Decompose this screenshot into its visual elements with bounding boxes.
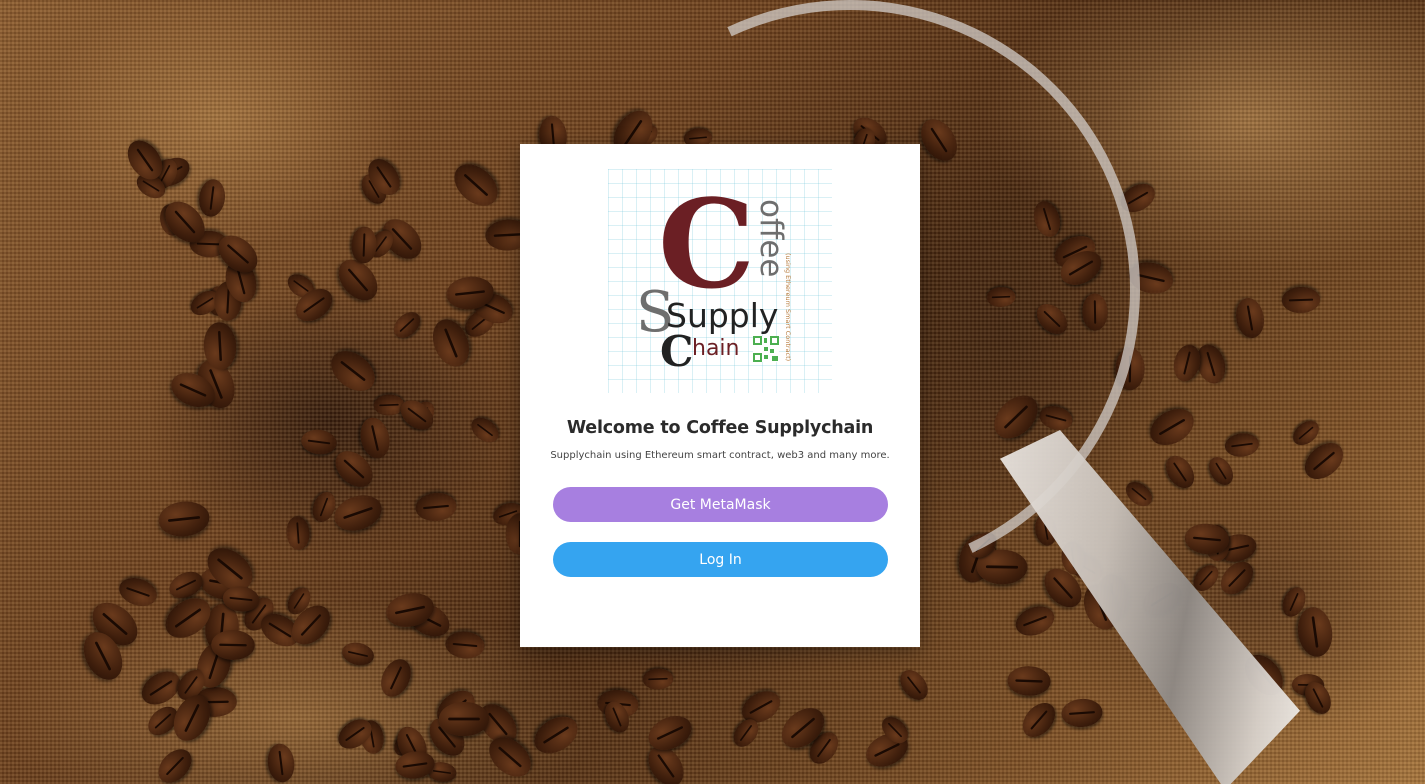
welcome-subtitle: Supplychain using Ethereum smart contrac… <box>550 450 890 461</box>
coffee-bean <box>372 393 405 416</box>
get-metamask-button[interactable]: Get MetaMask <box>553 487 888 522</box>
coffee-bean <box>264 742 297 784</box>
coffee-supplychain-logo: C offee (using Ethereum Smart Contract) … <box>608 169 832 393</box>
coffee-bean <box>285 515 311 551</box>
coffee-bean <box>196 178 227 219</box>
coffee-bean <box>466 412 504 448</box>
coffee-bean <box>339 639 376 669</box>
coffee-bean <box>350 226 378 265</box>
coffee-bean <box>641 667 674 691</box>
logo-word-hain: hain <box>692 336 739 361</box>
coffee-bean <box>299 428 339 457</box>
coffee-bean <box>1232 295 1267 341</box>
welcome-modal: C offee (using Ethereum Smart Contract) … <box>520 144 920 647</box>
coffee-bean <box>1214 555 1260 601</box>
coffee-bean <box>444 629 486 660</box>
coffee-bean <box>156 498 211 539</box>
qr-code-icon <box>753 336 779 362</box>
coffee-bean <box>1144 400 1201 453</box>
logo-word-offee: offee <box>753 199 789 277</box>
coffee-bean <box>414 490 458 523</box>
coffee-bean <box>1204 452 1239 490</box>
coffee-bean <box>894 664 934 705</box>
logo-chain-c: C <box>660 327 693 376</box>
coffee-bean <box>375 654 417 702</box>
login-button[interactable]: Log In <box>553 542 888 577</box>
coffee-bean <box>329 488 387 537</box>
coffee-bean <box>1121 476 1157 511</box>
coffee-bean <box>389 306 426 343</box>
coffee-bean <box>438 701 490 736</box>
coffee-bean <box>1016 696 1062 744</box>
coffee-bean <box>1160 450 1200 494</box>
coffee-bean <box>527 709 585 762</box>
coffee-bean <box>1061 697 1104 729</box>
coffee-bean <box>1281 286 1321 315</box>
coffee-bean <box>210 629 255 660</box>
coffee-bean <box>1294 605 1336 660</box>
coffee-bean <box>152 743 199 784</box>
welcome-title: Welcome to Coffee Supplychain <box>566 418 874 438</box>
logo-graphic: C offee (using Ethereum Smart Contract) … <box>636 172 792 376</box>
coffee-bean <box>1011 600 1059 641</box>
coffee-bean <box>356 414 393 462</box>
coffee-bean <box>1007 665 1052 697</box>
coffee-bean <box>323 342 383 399</box>
coffee-bean <box>446 155 506 214</box>
coffee-bean <box>1223 431 1261 459</box>
coffee-bean <box>115 573 161 611</box>
logo-tagline: (using Ethereum Smart Contract) <box>784 253 792 361</box>
